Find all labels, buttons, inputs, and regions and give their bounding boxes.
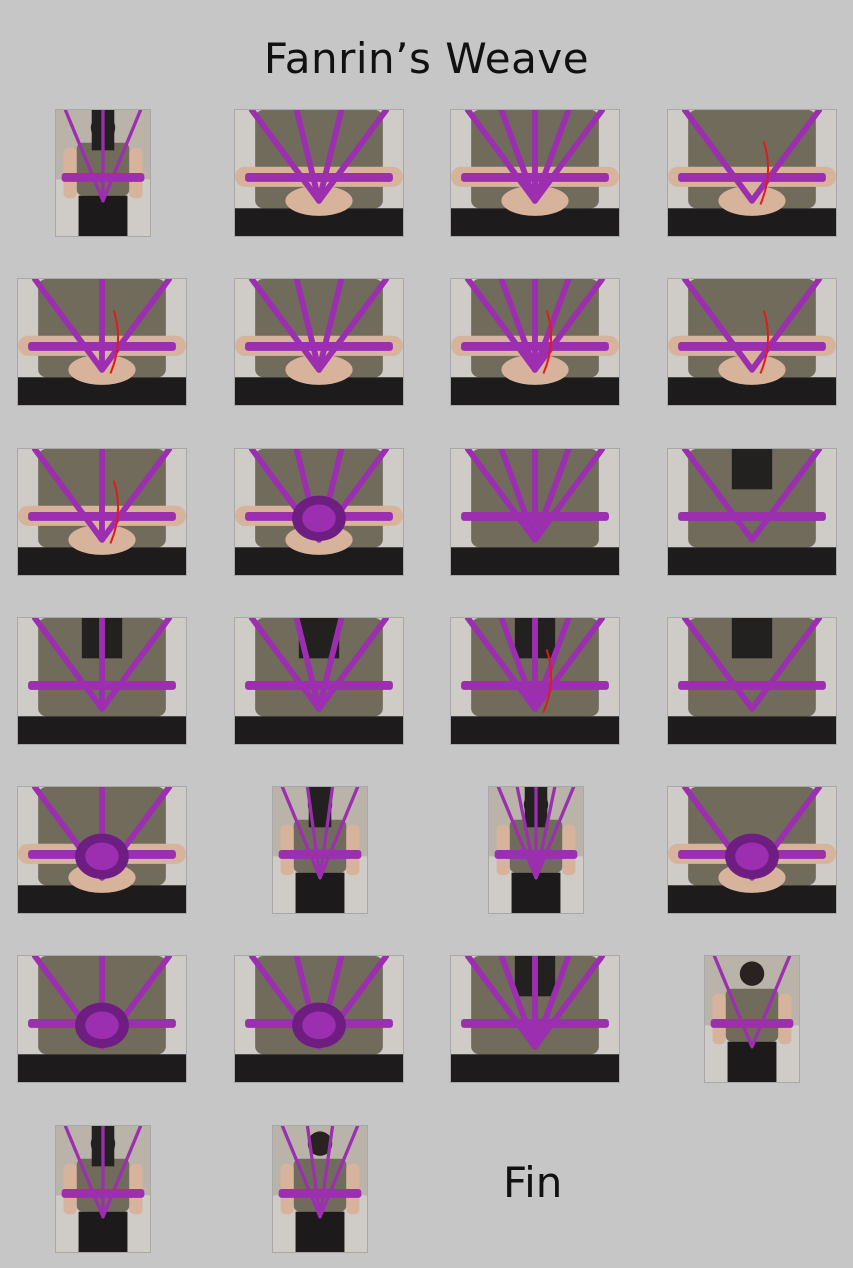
step-photo-7 — [451, 279, 619, 405]
step-photo-11 — [451, 449, 619, 575]
page-title: Fanrin’s Weave — [263, 34, 590, 83]
step-photo-6 — [235, 279, 403, 405]
step-photo-18 — [273, 787, 367, 913]
step-photo-16 — [668, 618, 836, 744]
step-photo-19 — [489, 787, 583, 913]
step-photo-9 — [18, 449, 186, 575]
step-photo-10 — [235, 449, 403, 575]
step-photo-23 — [451, 956, 619, 1082]
step-photo-17 — [18, 787, 186, 913]
step-photo-3 — [451, 110, 619, 236]
step-photo-24 — [705, 956, 799, 1082]
step-photo-2 — [235, 110, 403, 236]
step-photo-4 — [668, 110, 836, 236]
step-photo-14 — [235, 618, 403, 744]
step-photo-22 — [235, 956, 403, 1082]
step-photo-13 — [18, 618, 186, 744]
end-label: Fin — [503, 1158, 563, 1207]
step-photo-20 — [668, 787, 836, 913]
step-photo-1 — [56, 110, 150, 236]
step-photo-21 — [18, 956, 186, 1082]
step-photo-25 — [56, 1126, 150, 1252]
step-photo-26 — [273, 1126, 367, 1252]
step-photo-15 — [451, 618, 619, 744]
step-photo-5 — [18, 279, 186, 405]
step-photo-8 — [668, 279, 836, 405]
step-photo-12 — [668, 449, 836, 575]
